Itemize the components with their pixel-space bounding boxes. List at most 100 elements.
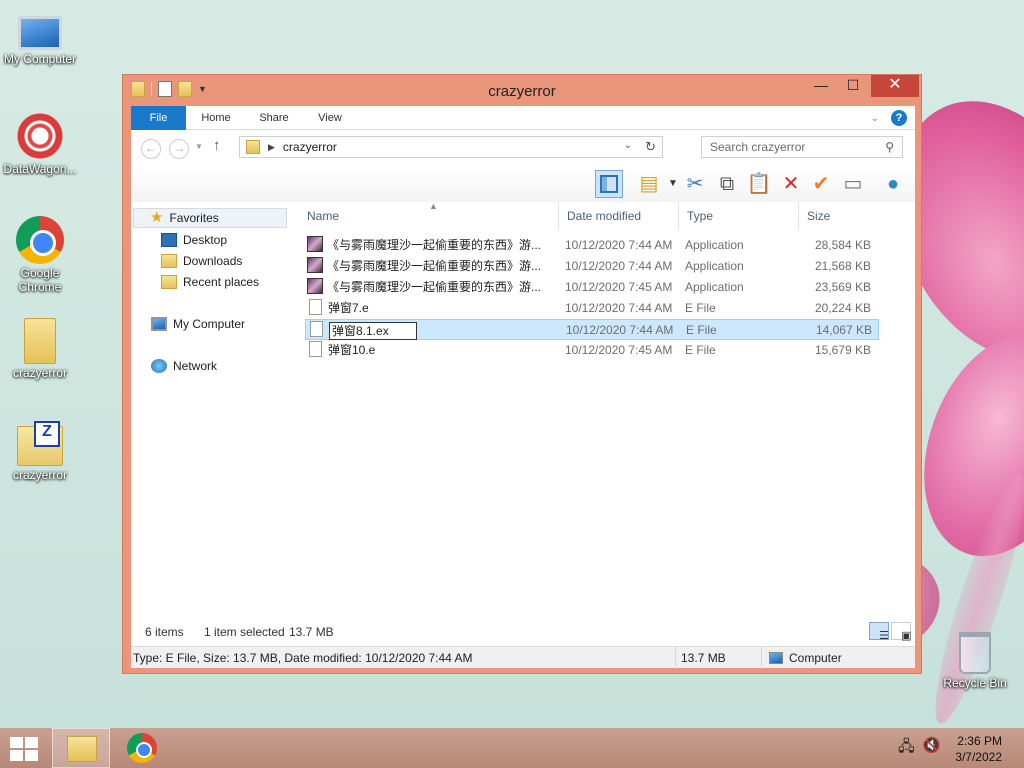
help-icon[interactable]: ? bbox=[891, 110, 907, 126]
tab-share[interactable]: Share bbox=[249, 106, 299, 130]
nav-desktop[interactable]: Desktop bbox=[161, 230, 227, 250]
address-path[interactable]: crazyerror bbox=[283, 140, 337, 154]
nav-label: Desktop bbox=[183, 233, 228, 247]
back-button[interactable]: ← bbox=[141, 139, 161, 159]
refresh-icon[interactable]: ↻ bbox=[645, 139, 656, 155]
desktop-icon-chrome[interactable]: Google Chrome bbox=[0, 216, 80, 294]
taskbar-file-explorer[interactable] bbox=[52, 728, 110, 768]
datawagon-icon bbox=[16, 112, 64, 160]
application-icon bbox=[307, 278, 323, 294]
file-row[interactable]: 弹窗10.e 10/12/2020 7:45 AM E File 15,679 KB bbox=[305, 340, 879, 361]
column-header-size[interactable]: Size bbox=[801, 202, 879, 230]
up-arrow-icon[interactable]: ↑ bbox=[213, 137, 221, 154]
volume-muted-icon[interactable]: 🔇 bbox=[922, 736, 941, 754]
details-view-button[interactable]: ☰ bbox=[869, 622, 889, 642]
tab-view[interactable]: View bbox=[305, 106, 355, 130]
cut-icon[interactable]: ✂ bbox=[681, 170, 709, 198]
column-header-date[interactable]: Date modified bbox=[561, 202, 679, 230]
file-size: 20,224 KB bbox=[814, 301, 871, 315]
desktop-icon-label: DataWagon... bbox=[3, 162, 77, 176]
folder-icon bbox=[24, 318, 56, 364]
details-bar: Type: E File, Size: 13.7 MB, Date modifi… bbox=[131, 646, 915, 669]
preview-pane-button[interactable] bbox=[595, 170, 623, 198]
file-size: 15,679 KB bbox=[814, 343, 871, 357]
chevron-down-icon[interactable]: ⌄ bbox=[624, 140, 632, 151]
forward-button[interactable]: → bbox=[169, 139, 189, 159]
clock-time: 2:36 PM bbox=[957, 734, 1002, 748]
expand-ribbon-icon[interactable]: ⌄ bbox=[871, 113, 879, 124]
close-button[interactable]: ✕ bbox=[871, 75, 919, 97]
file-size: 23,569 KB bbox=[814, 280, 871, 294]
maximize-button[interactable]: ☐ bbox=[837, 75, 869, 97]
address-bar[interactable]: ▶ crazyerror ⌄ ↻ bbox=[239, 136, 663, 158]
start-button[interactable] bbox=[10, 737, 38, 761]
copy-icon[interactable]: ⧉ bbox=[713, 170, 741, 198]
file-name-cell[interactable]: 弹窗8.1.ex bbox=[308, 320, 562, 341]
column-header-type[interactable]: Type bbox=[681, 202, 799, 230]
nav-recent-places[interactable]: Recent places bbox=[161, 272, 259, 292]
column-header-name[interactable]: Name ▲ bbox=[301, 201, 559, 230]
desktop-icon-recycle-bin[interactable]: Recycle Bin bbox=[935, 632, 1015, 690]
file-date: 10/12/2020 7:45 AM bbox=[565, 343, 673, 357]
network-tray-icon[interactable]: 🖧 bbox=[898, 736, 915, 761]
downloads-icon bbox=[161, 254, 177, 268]
sort-ascending-icon: ▲ bbox=[429, 201, 438, 211]
file-row[interactable]: 《与雾雨魔理沙一起偷重要的东西》游... 10/12/2020 7:44 AM Ap… bbox=[305, 256, 879, 277]
file-icon bbox=[310, 321, 323, 337]
recent-locations-icon[interactable]: ▼ bbox=[195, 142, 203, 151]
title-bar[interactable]: ▼ crazyerror — ☐ ✕ bbox=[123, 75, 921, 107]
system-clock[interactable]: 2:36 PM 3/7/2022 bbox=[955, 733, 1002, 765]
file-type: E File bbox=[685, 301, 716, 315]
file-row[interactable]: 弹窗8.1.ex 10/12/2020 7:44 AM E File 14,067 K… bbox=[305, 319, 879, 340]
pane-icon bbox=[600, 175, 618, 193]
search-input[interactable]: Search crazyerror ⚲ bbox=[701, 136, 903, 158]
desktop-icon-datawagon[interactable]: DataWagon... bbox=[0, 112, 80, 176]
minimize-button[interactable]: — bbox=[805, 75, 837, 97]
tab-home[interactable]: Home bbox=[191, 106, 241, 130]
chrome-icon bbox=[16, 216, 64, 264]
file-row[interactable]: 弹窗7.e 10/12/2020 7:44 AM E File 20,224 KB bbox=[305, 298, 879, 319]
globe-icon[interactable]: ● bbox=[879, 170, 907, 198]
rename-input[interactable]: 弹窗8.1.ex bbox=[329, 321, 417, 340]
desktop-icon-label: crazyerror bbox=[12, 366, 67, 380]
ribbon-tabs: File Home Share View ⌄ ? bbox=[131, 106, 915, 130]
large-icons-view-button[interactable]: ▣ bbox=[891, 622, 911, 642]
file-size: 14,067 KB bbox=[815, 323, 872, 337]
file-type: Application bbox=[685, 238, 744, 252]
clock-date: 3/7/2022 bbox=[955, 750, 1002, 764]
file-name-cell[interactable]: 《与雾雨魔理沙一起偷重要的东西》游... bbox=[307, 277, 561, 298]
file-name-cell[interactable]: 《与雾雨魔理沙一起偷重要的东西》游... bbox=[307, 256, 561, 277]
network-icon bbox=[151, 359, 167, 373]
delete-icon[interactable]: ✕ bbox=[777, 170, 805, 198]
navigation-bar: ← → ▼ ↑ ▶ crazyerror ⌄ ↻ Search crazyerr… bbox=[131, 130, 915, 166]
file-row[interactable]: 《与雾雨魔理沙一起偷重要的东西》游... 10/12/2020 7:44 AM Ap… bbox=[305, 235, 879, 256]
desktop-icon-crazyerror-folder[interactable]: crazyerror bbox=[0, 318, 80, 380]
nav-favorites[interactable]: ★ Favorites bbox=[133, 208, 287, 228]
desktop-icon-my-computer[interactable]: My Computer bbox=[0, 10, 80, 66]
window-title: crazyerror bbox=[488, 83, 556, 100]
nav-my-computer[interactable]: My Computer bbox=[151, 314, 245, 334]
checkmark-icon[interactable]: ✔ bbox=[807, 170, 835, 198]
computer-icon bbox=[18, 16, 62, 50]
paste-icon[interactable]: 📋 bbox=[745, 170, 773, 198]
nav-label: My Computer bbox=[173, 317, 246, 331]
nav-network[interactable]: Network bbox=[151, 356, 217, 376]
tab-file[interactable]: File bbox=[131, 106, 186, 130]
file-name: 弹窗10.e bbox=[328, 343, 376, 357]
file-name-cell[interactable]: 弹窗7.e bbox=[307, 298, 561, 319]
explorer-content: ← → ▼ ↑ ▶ crazyerror ⌄ ↻ Search crazyerr… bbox=[131, 130, 915, 668]
file-name-cell[interactable]: 《与雾雨魔理沙一起偷重要的东西》游... bbox=[307, 235, 561, 256]
desktop-icon-crazyerror-zip[interactable]: crazyerror bbox=[0, 420, 80, 482]
nav-downloads[interactable]: Downloads bbox=[161, 251, 242, 271]
file-size: 28,584 KB bbox=[814, 238, 871, 252]
file-icon bbox=[309, 341, 322, 357]
nav-label: Favorites bbox=[169, 211, 219, 225]
rename-icon[interactable]: ▭ bbox=[839, 170, 867, 198]
file-name: 《与雾雨魔理沙一起偷重要的东西》游... bbox=[327, 259, 542, 273]
file-row[interactable]: 《与雾雨魔理沙一起偷重要的东西》游... 10/12/2020 7:45 AM Ap… bbox=[305, 277, 879, 298]
desktop-icon-label: crazyerror bbox=[12, 468, 67, 482]
chevron-right-icon[interactable]: ▶ bbox=[268, 142, 275, 153]
desktop-icon-label: Recycle Bin bbox=[943, 676, 1007, 690]
taskbar-chrome[interactable] bbox=[114, 728, 172, 768]
file-name-cell[interactable]: 弹窗10.e bbox=[307, 340, 561, 361]
